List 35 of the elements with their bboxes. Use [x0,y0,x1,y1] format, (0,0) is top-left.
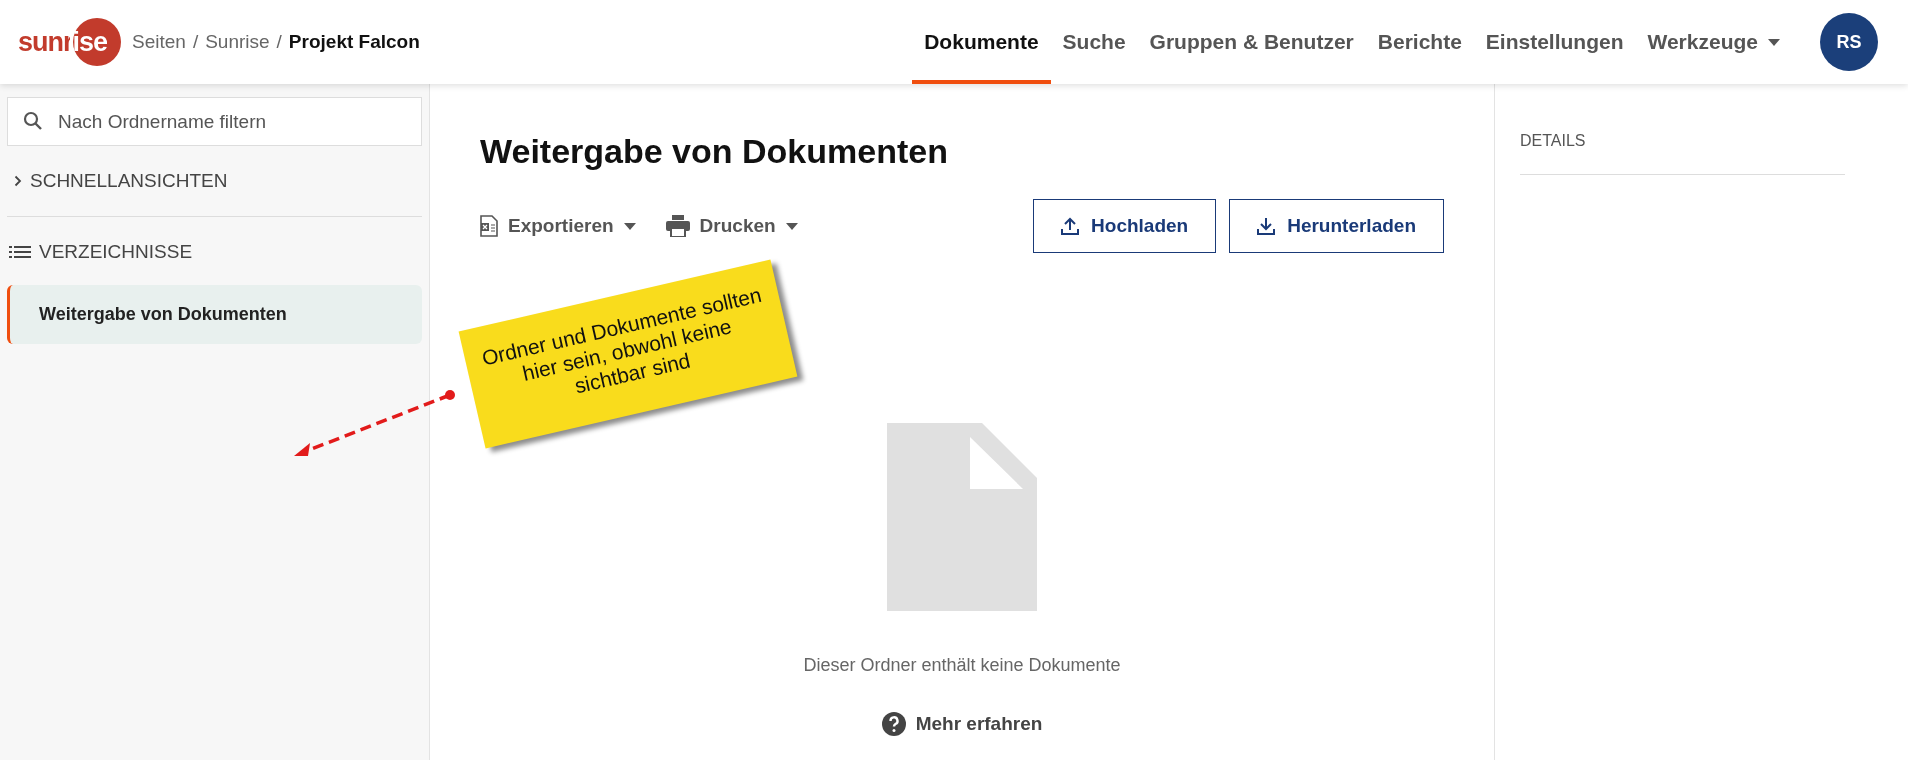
empty-message: Dieser Ordner enthält keine Dokumente [803,655,1121,676]
download-icon [1257,217,1276,235]
spreadsheet-file-icon [480,215,498,237]
user-avatar[interactable]: RS [1820,13,1878,71]
filter-field[interactable]: Nach Ordnername filtern [7,97,422,146]
nav-tab[interactable]: Werkzeuge [1635,0,1792,84]
chevron-right-icon [14,175,22,187]
breadcrumb-link[interactable]: Projekt Falcon [288,31,420,53]
nav-tab[interactable]: Dokumente [912,0,1051,84]
printer-icon [665,215,690,237]
section-header[interactable]: VERZEICHNISSE [39,241,193,263]
outline-button[interactable]: Hochladen [1033,199,1217,253]
help-icon [881,712,906,736]
help-link[interactable]: Mehr erfahren [881,712,1043,736]
folder-item[interactable]: Weitergabe von Dokumenten [7,285,422,344]
caret-icon [623,222,636,230]
caret-icon [785,222,798,230]
nav-tab[interactable]: Einstellungen [1473,0,1636,84]
breadcrumb-separator: / [276,31,282,53]
sticky-note: Ordner und Dokumente sollten hier sein, obwohl keine sichtbar sind [458,259,798,449]
breadcrumb-link[interactable]: Sunrise [205,31,270,53]
details-header: DETAILS [1520,132,1587,150]
outline-button[interactable]: Herunterladen [1229,199,1444,253]
page-title: Weitergabe von Dokumenten [480,132,949,171]
nav-tab[interactable]: Gruppen & Benutzer [1137,0,1366,84]
nav-tab[interactable]: Suche [1050,0,1138,84]
section-header[interactable]: SCHNELLANSICHTEN [30,170,228,192]
list-icon [9,245,31,259]
nav-tab[interactable]: Berichte [1365,0,1474,84]
breadcrumb-link[interactable]: Seiten [132,31,186,53]
upload-icon [1061,217,1080,235]
blank-document-icon [887,423,1037,611]
toolbar-dropdown[interactable]: Exportieren [480,215,636,237]
toolbar-dropdown[interactable]: Drucken [665,215,798,237]
breadcrumb-separator: / [192,31,199,53]
